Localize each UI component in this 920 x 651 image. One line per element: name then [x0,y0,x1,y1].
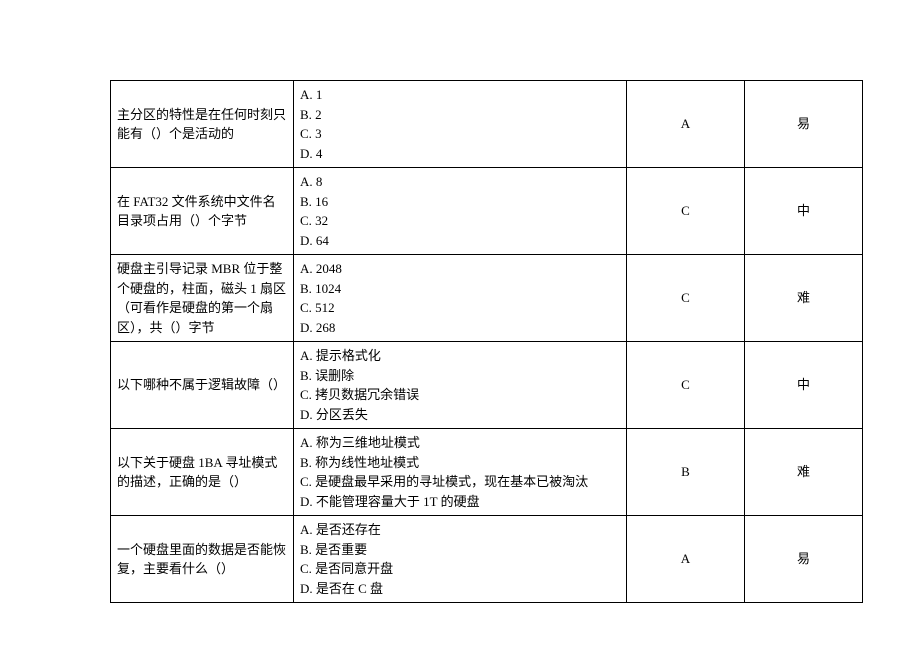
difficulty-cell: 易 [745,516,863,603]
option-d: D. 268 [300,318,620,338]
difficulty-cell: 中 [745,168,863,255]
question-table: 主分区的特性是在任何时刻只能有（）个是活动的 A. 1 B. 2 C. 3 D.… [110,80,863,603]
question-cell: 以下关于硬盘 1BA 寻址模式的描述，正确的是（） [111,429,294,516]
difficulty-cell: 易 [745,81,863,168]
option-c: C. 是否同意开盘 [300,559,620,579]
option-a: A. 2048 [300,259,620,279]
table-row: 以下关于硬盘 1BA 寻址模式的描述，正确的是（） A. 称为三维地址模式 B.… [111,429,863,516]
question-cell: 主分区的特性是在任何时刻只能有（）个是活动的 [111,81,294,168]
option-d: D. 分区丢失 [300,405,620,425]
options-cell: A. 2048 B. 1024 C. 512 D. 268 [294,255,627,342]
option-c: C. 32 [300,211,620,231]
table-row: 在 FAT32 文件系统中文件名目录项占用（）个字节 A. 8 B. 16 C.… [111,168,863,255]
difficulty-cell: 难 [745,429,863,516]
option-c: C. 512 [300,298,620,318]
option-c: C. 拷贝数据冗余错误 [300,385,620,405]
option-d: D. 是否在 C 盘 [300,579,620,599]
options-cell: A. 称为三维地址模式 B. 称为线性地址模式 C. 是硬盘最早采用的寻址模式，… [294,429,627,516]
difficulty-cell: 难 [745,255,863,342]
option-b: B. 称为线性地址模式 [300,453,620,473]
answer-cell: C [627,255,745,342]
option-b: B. 1024 [300,279,620,299]
table-row: 一个硬盘里面的数据是否能恢复，主要看什么（） A. 是否还存在 B. 是否重要 … [111,516,863,603]
answer-cell: C [627,168,745,255]
option-b: B. 是否重要 [300,540,620,560]
options-cell: A. 提示格式化 B. 误删除 C. 拷贝数据冗余错误 D. 分区丢失 [294,342,627,429]
table-row: 主分区的特性是在任何时刻只能有（）个是活动的 A. 1 B. 2 C. 3 D.… [111,81,863,168]
option-c: C. 是硬盘最早采用的寻址模式，现在基本已被淘汰 [300,472,620,492]
options-cell: A. 8 B. 16 C. 32 D. 64 [294,168,627,255]
answer-cell: C [627,342,745,429]
option-a: A. 称为三维地址模式 [300,433,620,453]
option-d: D. 64 [300,231,620,251]
option-a: A. 是否还存在 [300,520,620,540]
question-cell: 在 FAT32 文件系统中文件名目录项占用（）个字节 [111,168,294,255]
option-a: A. 提示格式化 [300,346,620,366]
question-cell: 硬盘主引导记录 MBR 位于整个硬盘的，柱面，磁头 1 扇区（可看作是硬盘的第一… [111,255,294,342]
option-a: A. 1 [300,85,620,105]
option-d: D. 4 [300,144,620,164]
answer-cell: A [627,516,745,603]
table-row: 以下哪种不属于逻辑故障（） A. 提示格式化 B. 误删除 C. 拷贝数据冗余错… [111,342,863,429]
table-row: 硬盘主引导记录 MBR 位于整个硬盘的，柱面，磁头 1 扇区（可看作是硬盘的第一… [111,255,863,342]
option-b: B. 误删除 [300,366,620,386]
question-cell: 以下哪种不属于逻辑故障（） [111,342,294,429]
question-cell: 一个硬盘里面的数据是否能恢复，主要看什么（） [111,516,294,603]
answer-cell: A [627,81,745,168]
options-cell: A. 1 B. 2 C. 3 D. 4 [294,81,627,168]
option-d: D. 不能管理容量大于 1T 的硬盘 [300,492,620,512]
option-a: A. 8 [300,172,620,192]
option-b: B. 16 [300,192,620,212]
option-c: C. 3 [300,124,620,144]
difficulty-cell: 中 [745,342,863,429]
answer-cell: B [627,429,745,516]
option-b: B. 2 [300,105,620,125]
options-cell: A. 是否还存在 B. 是否重要 C. 是否同意开盘 D. 是否在 C 盘 [294,516,627,603]
